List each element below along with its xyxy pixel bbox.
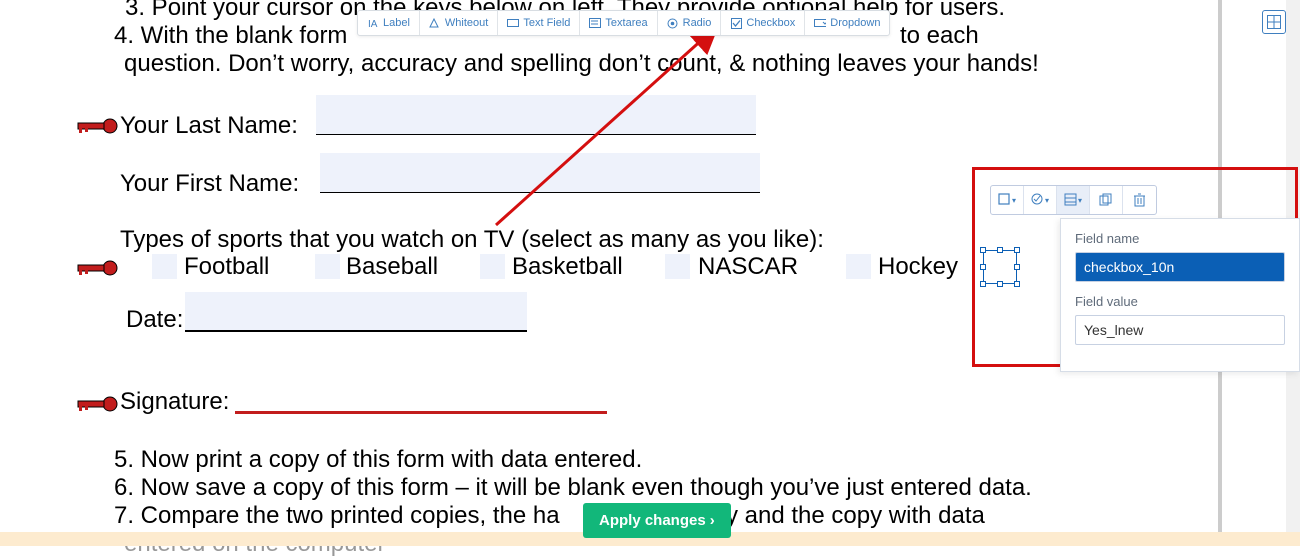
doc-line-4b: to each <box>900 22 979 50</box>
doc-line-4c: question. Don’t worry, accuracy and spel… <box>124 50 1039 78</box>
field-mini-toolbar: ▾ ▾ ▾ <box>990 185 1157 215</box>
key-icon <box>76 258 120 278</box>
apply-changes-label: Apply changes <box>599 512 706 529</box>
checkbox-basketball[interactable] <box>480 254 505 279</box>
checkbox-hockey[interactable] <box>846 254 871 279</box>
tool-textarea[interactable]: Textarea <box>580 11 657 35</box>
label-baseball: Baseball <box>346 253 438 281</box>
svg-text:IA: IA <box>368 19 378 29</box>
date-input[interactable] <box>185 292 527 330</box>
label-icon: IA <box>367 18 379 29</box>
doc-line-7a: 7. Compare the two printed copies, the h… <box>114 502 560 530</box>
selected-checkbox-field[interactable] <box>983 250 1017 284</box>
doc-line-7b: y and the copy with data <box>726 502 985 530</box>
whiteout-icon <box>429 18 441 29</box>
apply-changes-button[interactable]: Apply changes › <box>583 503 731 538</box>
doc-line-4a: 4. With the blank form <box>114 22 347 50</box>
key-icon <box>76 116 120 136</box>
mini-delete[interactable] <box>1123 186 1156 214</box>
tool-label-text: Label <box>383 17 410 29</box>
last-name-label: Your Last Name: <box>120 112 298 140</box>
dropdown-icon <box>814 18 826 29</box>
field-toolbar: IA Label Whiteout Text Field Textarea Ra… <box>357 10 890 36</box>
field-value-input[interactable] <box>1075 315 1285 345</box>
grid-icon <box>1267 15 1281 29</box>
radio-icon <box>667 18 679 29</box>
label-basketball: Basketball <box>512 253 623 281</box>
key-icon <box>76 394 120 414</box>
first-name-label: Your First Name: <box>120 170 299 198</box>
checkbox-nascar[interactable] <box>665 254 690 279</box>
tool-radio[interactable]: Radio <box>658 11 722 35</box>
tool-textfield-text: Text Field <box>523 17 570 29</box>
label-nascar: NASCAR <box>698 253 798 281</box>
tool-whiteout-text: Whiteout <box>445 17 488 29</box>
tool-checkbox-text: Checkbox <box>746 17 795 29</box>
checkbox-icon <box>730 18 742 29</box>
document-canvas[interactable]: 3. Point your cursor on the keys below o… <box>0 0 1220 546</box>
properties-panel: Field name Field value <box>1060 218 1300 372</box>
tool-textarea-text: Textarea <box>605 17 647 29</box>
mini-boxstyle[interactable]: ▾ <box>991 186 1024 214</box>
mini-copy[interactable] <box>1090 186 1123 214</box>
tool-radio-text: Radio <box>683 17 712 29</box>
mini-required[interactable]: ▾ <box>1024 186 1057 214</box>
signature-label: Signature: <box>120 388 229 416</box>
tool-checkbox[interactable]: Checkbox <box>721 11 805 35</box>
checkbox-baseball[interactable] <box>315 254 340 279</box>
tool-dropdown[interactable]: Dropdown <box>805 11 889 35</box>
last-name-input[interactable] <box>316 95 756 135</box>
date-label: Date: <box>126 306 183 334</box>
field-name-label: Field name <box>1075 231 1285 246</box>
signature-line[interactable] <box>235 411 607 414</box>
label-hockey: Hockey <box>878 253 958 281</box>
tool-textfield[interactable]: Text Field <box>498 11 580 35</box>
tool-whiteout[interactable]: Whiteout <box>420 11 498 35</box>
checkbox-football[interactable] <box>152 254 177 279</box>
label-football: Football <box>184 253 269 281</box>
chevron-right-icon: › <box>710 512 715 529</box>
field-value-label: Field value <box>1075 294 1285 309</box>
textarea-icon <box>589 18 601 29</box>
mini-properties[interactable]: ▾ <box>1057 186 1090 214</box>
doc-line-5: 5. Now print a copy of this form with da… <box>114 446 642 474</box>
doc-line-6: 6. Now save a copy of this form – it wil… <box>114 474 1032 502</box>
textfield-icon <box>507 18 519 29</box>
first-name-input[interactable] <box>320 153 760 193</box>
sports-label: Types of sports that you watch on TV (se… <box>120 226 824 254</box>
tool-dropdown-text: Dropdown <box>830 17 880 29</box>
field-name-input[interactable] <box>1075 252 1285 282</box>
grid-toggle-button[interactable] <box>1262 10 1286 34</box>
tool-label[interactable]: IA Label <box>358 11 420 35</box>
